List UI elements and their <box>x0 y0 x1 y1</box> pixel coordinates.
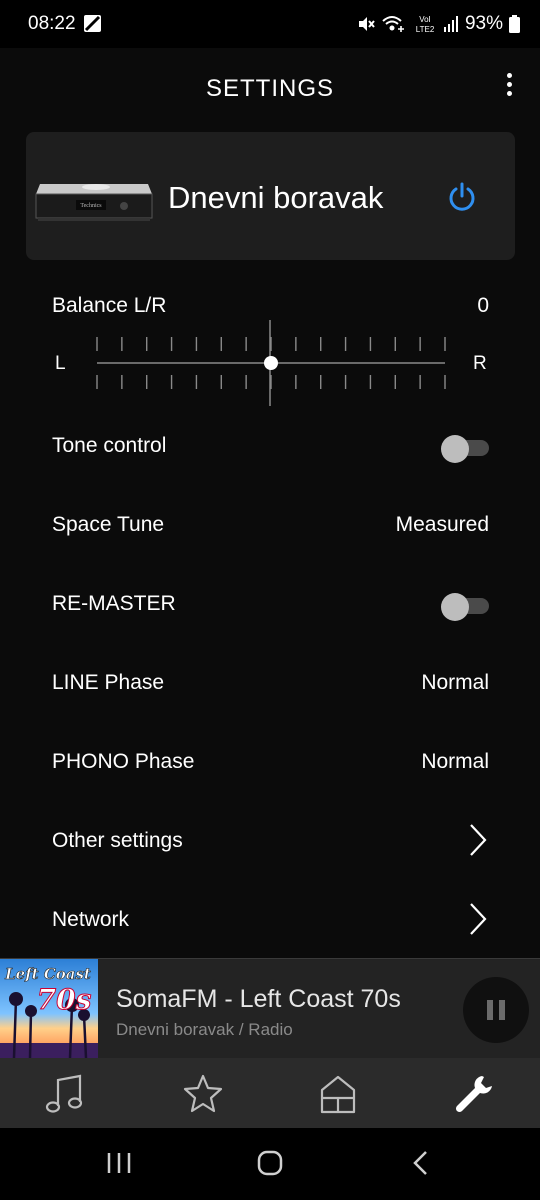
music-note-icon[interactable] <box>44 1072 88 1116</box>
now-playing-bar[interactable]: Left Coast 70s SomaFM - Left Coast 70s D… <box>0 958 540 1058</box>
status-icons: VoI LTE2 93% <box>357 12 520 36</box>
house-icon[interactable] <box>316 1072 360 1116</box>
star-icon[interactable] <box>181 1072 225 1116</box>
other-settings-row[interactable]: Other settings <box>52 821 489 861</box>
status-bar: 08:22 VoI LTE2 93% <box>0 0 540 48</box>
balance-slider[interactable] <box>0 320 540 410</box>
power-icon[interactable] <box>446 181 478 213</box>
mute-icon <box>358 17 375 31</box>
wifi-calling-icon <box>382 16 404 32</box>
recents-icon[interactable] <box>104 1148 134 1178</box>
bottom-nav <box>0 1058 540 1128</box>
signal-icon <box>443 16 458 32</box>
remaster-label: RE-MASTER <box>52 592 176 615</box>
space-tune-value: Measured <box>395 513 489 536</box>
space-tune-row[interactable]: Space Tune Measured <box>52 505 489 545</box>
tone-control-row[interactable]: Tone control <box>52 426 489 466</box>
device-card[interactable]: Technics Dnevni boravak <box>26 132 515 260</box>
album-art: Left Coast 70s <box>0 959 98 1058</box>
battery-icon <box>509 15 520 33</box>
balance-label: Balance L/R <box>52 294 167 317</box>
amplifier-device-image: Technics <box>35 184 153 221</box>
tone-control-label: Tone control <box>52 434 167 457</box>
chevron-right-icon[interactable] <box>469 823 487 857</box>
volte-lte2-icon: VoI LTE2 <box>416 15 435 34</box>
now-playing-title: SomaFM - Left Coast 70s <box>116 985 401 1013</box>
back-icon[interactable] <box>406 1148 436 1178</box>
more-vert-icon[interactable] <box>502 70 516 104</box>
space-tune-label: Space Tune <box>52 513 165 536</box>
page-title: SETTINGS <box>205 75 334 102</box>
balance-value: 0 <box>477 294 489 317</box>
remaster-row[interactable]: RE-MASTER <box>52 584 489 624</box>
image-notification-icon <box>84 15 101 32</box>
network-row[interactable]: Network <box>52 900 489 940</box>
phono-phase-row[interactable]: PHONO Phase Normal <box>52 742 489 782</box>
line-phase-label: LINE Phase <box>52 671 165 694</box>
phono-phase-label: PHONO Phase <box>52 750 195 773</box>
remaster-toggle[interactable] <box>441 593 489 621</box>
device-name: Dnevni boravak <box>168 180 384 215</box>
line-phase-row[interactable]: LINE Phase Normal <box>52 663 489 703</box>
now-playing-subtitle: Dnevni boravak / Radio <box>116 1020 293 1039</box>
wrench-icon[interactable] <box>452 1072 496 1116</box>
other-settings-label: Other settings <box>52 829 183 852</box>
balance-row: Balance L/R 0 <box>52 294 489 318</box>
home-icon[interactable] <box>255 1148 285 1178</box>
battery-percent: 93% <box>464 13 503 34</box>
svg-text:Technics: Technics <box>80 203 102 209</box>
svg-text:LTE2: LTE2 <box>416 25 435 34</box>
balance-slider-thumb <box>264 356 278 370</box>
svg-text:Left Coast: Left Coast <box>4 965 91 983</box>
chevron-right-icon[interactable] <box>469 902 487 936</box>
pause-icon[interactable] <box>463 977 529 1043</box>
svg-text:VoI: VoI <box>419 15 431 24</box>
status-time: 08:22 <box>28 13 76 34</box>
phono-phase-value: Normal <box>421 750 489 773</box>
svg-text:70s: 70s <box>37 983 92 1016</box>
line-phase-value: Normal <box>421 671 489 694</box>
app-header: SETTINGS <box>0 48 540 128</box>
system-nav-bar <box>0 1128 540 1200</box>
network-label: Network <box>52 908 130 931</box>
tone-control-toggle[interactable] <box>441 435 489 463</box>
